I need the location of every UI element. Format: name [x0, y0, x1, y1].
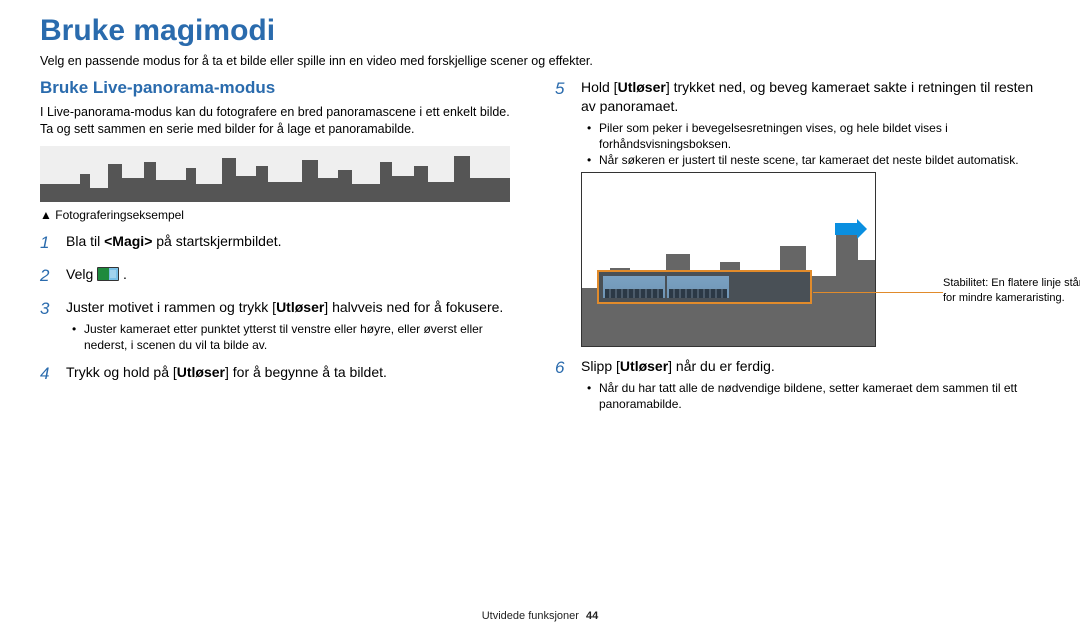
preview-strip	[597, 270, 812, 304]
step-4: 4 Trykk og hold på [Utløser] for å begyn…	[40, 363, 525, 386]
steps-list-left: 1 Bla til <Magi> på startskjermbildet. 2…	[40, 232, 525, 386]
page-number: 44	[586, 610, 598, 622]
step-number: 1	[40, 232, 56, 255]
page-footer: Utvidede funksjoner 44	[0, 610, 1080, 622]
intro-text: Velg en passende modus for å ta et bilde…	[40, 54, 1040, 68]
substep: Piler som peker i bevegelsesretningen vi…	[587, 120, 1040, 152]
step-6: 6 Slipp [Utløser] når du er ferdig. Når …	[555, 357, 1040, 412]
panorama-mode-icon	[97, 267, 119, 281]
footer-section: Utvidede funksjoner	[482, 610, 579, 622]
step-number: 3	[40, 298, 56, 353]
step-body: Hold [Utløser] trykket ned, og beveg kam…	[581, 78, 1040, 347]
step-sublist: Juster kameraet etter punktet ytterst ti…	[72, 321, 525, 353]
step-number: 4	[40, 363, 56, 386]
substep: Juster kameraet etter punktet ytterst ti…	[72, 321, 525, 353]
thumbnail	[667, 276, 729, 298]
page-title: Bruke magimodi	[40, 14, 1040, 48]
caption-text: Fotograferingseksempel	[55, 208, 184, 222]
camera-preview-figure: Stabilitet: En flatere linje står for mi…	[581, 172, 1040, 347]
step-body: Trykk og hold på [Utløser] for å begynne…	[66, 363, 525, 386]
left-column: Bruke Live-panorama-modus I Live-panoram…	[40, 78, 525, 423]
callout-line	[813, 292, 943, 293]
step-sublist: Når du har tatt alle de nødvendige bilde…	[587, 380, 1040, 412]
direction-arrow-icon	[835, 223, 857, 235]
substep: Når du har tatt alle de nødvendige bilde…	[587, 380, 1040, 412]
step-2: 2 Velg .	[40, 265, 525, 288]
thumbnail	[603, 276, 665, 298]
panorama-example-image	[40, 146, 510, 202]
step-3: 3 Juster motivet i rammen og trykk [Utlø…	[40, 298, 525, 353]
step-5: 5 Hold [Utløser] trykket ned, og beveg k…	[555, 78, 1040, 347]
step-number: 6	[555, 357, 571, 412]
step-1: 1 Bla til <Magi> på startskjermbildet.	[40, 232, 525, 255]
step-body: Slipp [Utløser] når du er ferdig. Når du…	[581, 357, 1040, 412]
step-body: Juster motivet i rammen og trykk [Utløse…	[66, 298, 525, 353]
steps-list-right: 5 Hold [Utløser] trykket ned, og beveg k…	[555, 78, 1040, 413]
step-body: Velg .	[66, 265, 525, 288]
step-number: 5	[555, 78, 571, 347]
camera-preview-box	[581, 172, 876, 347]
content-columns: Bruke Live-panorama-modus I Live-panoram…	[40, 78, 1040, 423]
step-body: Bla til <Magi> på startskjermbildet.	[66, 232, 525, 255]
caption-triangle-icon: ▲	[40, 208, 52, 222]
step-number: 2	[40, 265, 56, 288]
step-sublist: Piler som peker i bevegelsesretningen vi…	[587, 120, 1040, 169]
stability-callout: Stabilitet: En flatere linje står for mi…	[943, 276, 1080, 305]
right-column: 5 Hold [Utløser] trykket ned, og beveg k…	[555, 78, 1040, 423]
page: Bruke magimodi Velg en passende modus fo…	[0, 0, 1080, 630]
substep: Når søkeren er justert til neste scene, …	[587, 152, 1040, 168]
mode-description: I Live-panorama-modus kan du fotografere…	[40, 104, 525, 138]
subheading: Bruke Live-panorama-modus	[40, 78, 525, 98]
example-caption: ▲ Fotograferingseksempel	[40, 208, 525, 222]
